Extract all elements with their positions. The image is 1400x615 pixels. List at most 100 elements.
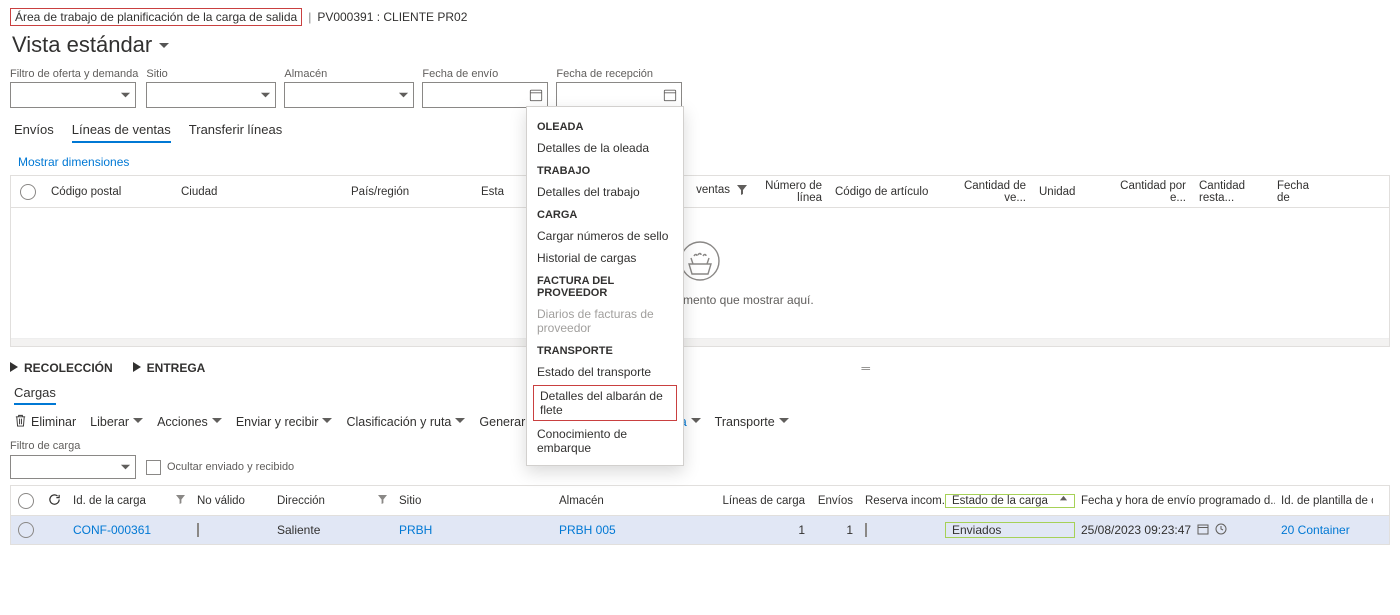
col-unidad[interactable]: Unidad	[1033, 186, 1113, 198]
menu-item-albaran-flete[interactable]: Detalles del albarán de flete	[533, 385, 677, 421]
transporte-button[interactable]: Transporte	[715, 415, 789, 429]
tab-envios[interactable]: Envíos	[14, 122, 54, 143]
chevron-down-icon	[322, 415, 332, 429]
menu-item-detalles-oleada[interactable]: Detalles de la oleada	[527, 137, 683, 159]
chevron-down-icon	[691, 415, 701, 429]
show-dimensions-link[interactable]: Mostrar dimensiones	[10, 147, 1390, 175]
cell-direccion: Saliente	[271, 523, 393, 537]
menu-item-historial-cargas[interactable]: Historial de cargas	[527, 247, 683, 269]
line-tabs: Envíos Líneas de ventas Transferir línea…	[10, 114, 1390, 147]
row-select-circle[interactable]	[18, 522, 34, 538]
col-plantilla[interactable]: Id. de plantilla de c	[1275, 495, 1373, 507]
load-filter-label: Filtro de carga	[10, 440, 1390, 452]
col-no-valido[interactable]: No válido	[191, 495, 271, 507]
breadcrumb-context: PV000391 : CLIENTE PR02	[317, 10, 467, 24]
cell-sitio[interactable]: PRBH	[393, 523, 553, 537]
acciones-button[interactable]: Acciones	[157, 415, 222, 429]
menu-section-factura: FACTURA DEL PROVEEDOR	[527, 269, 683, 303]
menu-section-oleada: OLEADA	[527, 115, 683, 137]
checkbox-icon[interactable]	[865, 523, 867, 537]
select-all-circle[interactable]	[20, 184, 36, 200]
col-envios[interactable]: Envíos	[811, 495, 859, 507]
tab-lineas-ventas[interactable]: Líneas de ventas	[72, 122, 171, 143]
menu-section-transporte: TRANSPORTE	[527, 339, 683, 361]
col-estado-carga[interactable]: Estado de la carga	[945, 494, 1075, 508]
menu-section-carga: CARGA	[527, 203, 683, 225]
col-fecha-envio-prog[interactable]: Fecha y hora de envío programado d...	[1075, 495, 1275, 507]
collapse-row: RECOLECCIÓN ENTREGA ═	[10, 347, 1390, 381]
filter-fecha-recepcion[interactable]	[556, 82, 682, 108]
chevron-down-icon	[158, 40, 170, 55]
cargas-tab[interactable]: Cargas	[10, 381, 1390, 402]
menu-item-estado-transporte[interactable]: Estado del transporte	[527, 361, 683, 383]
recoleccion-label[interactable]: RECOLECCIÓN	[24, 361, 113, 375]
empty-state: No hay ningún elemento que mostrar aquí.	[11, 208, 1389, 338]
triangle-right-icon[interactable]	[133, 361, 141, 375]
col-cantidad-e[interactable]: Cantidad por e...	[1113, 180, 1193, 204]
col-id-carga[interactable]: Id. de la carga	[67, 495, 191, 507]
enviar-recibir-button[interactable]: Enviar y recibir	[236, 415, 333, 429]
filter-label: Fecha de envío	[422, 68, 548, 80]
filter-row: Filtro de oferta y demanda Sitio Almacén…	[10, 66, 1390, 114]
col-numero-linea[interactable]: Número de línea	[755, 180, 829, 204]
splitter-handle[interactable]: ═	[861, 361, 870, 375]
col-almacen[interactable]: Almacén	[553, 495, 707, 507]
chevron-down-icon	[212, 415, 222, 429]
tab-transferir-lineas[interactable]: Transferir líneas	[189, 122, 282, 143]
refresh-icon[interactable]	[48, 493, 61, 509]
chevron-down-icon	[455, 415, 465, 429]
menu-item-conocimiento-embarque[interactable]: Conocimiento de embarque	[527, 423, 683, 459]
hide-sent-label: Ocultar enviado y recibido	[167, 461, 294, 473]
checkbox-icon[interactable]	[197, 523, 199, 537]
col-lineas-carga[interactable]: Líneas de carga	[707, 495, 811, 507]
cell-almacen[interactable]: PRBH 005	[553, 523, 707, 537]
entrega-label[interactable]: ENTREGA	[147, 361, 206, 375]
cell-fecha: 25/08/2023 09:23:47	[1075, 523, 1275, 538]
trash-icon	[14, 414, 27, 430]
col-codigo-articulo[interactable]: Código de artículo	[829, 186, 953, 198]
context-menu: OLEADA Detalles de la oleada TRABAJO Det…	[526, 106, 684, 466]
menu-item-diarios-facturas: Diarios de facturas de proveedor	[527, 303, 683, 339]
col-codigo-postal[interactable]: Código postal	[45, 186, 175, 198]
col-fecha-de[interactable]: Fecha de	[1271, 180, 1319, 204]
hide-sent-checkbox[interactable]: Ocultar enviado y recibido	[146, 460, 294, 475]
cell-plantilla[interactable]: 20 Container	[1275, 523, 1373, 537]
col-sitio[interactable]: Sitio	[393, 495, 553, 507]
select-all-circle[interactable]	[18, 493, 34, 509]
calendar-icon[interactable]	[1197, 523, 1209, 538]
load-filter-combo[interactable]	[10, 455, 136, 479]
col-cantidad-resta[interactable]: Cantidad resta...	[1193, 180, 1271, 204]
filter-icon	[176, 495, 185, 507]
filter-sitio[interactable]	[146, 82, 276, 108]
filter-icon	[736, 184, 748, 199]
col-cantidad-ve[interactable]: Cantidad de ve...	[953, 180, 1033, 204]
clasificacion-button[interactable]: Clasificación y ruta	[346, 415, 465, 429]
chevron-down-icon	[133, 415, 143, 429]
filter-fecha-envio[interactable]	[422, 82, 548, 108]
eliminar-button[interactable]: Eliminar	[14, 414, 76, 430]
table-row[interactable]: CONF-000361 Saliente PRBH PRBH 005 1 1 E…	[11, 516, 1389, 544]
chevron-down-icon	[779, 415, 789, 429]
col-ventas[interactable]: ventas	[675, 184, 755, 199]
col-direccion[interactable]: Dirección	[271, 495, 393, 507]
breadcrumb-separator: |	[308, 10, 311, 24]
col-pais-region[interactable]: País/región	[345, 186, 475, 198]
filter-oferta-demanda[interactable]	[10, 82, 136, 108]
horizontal-scrollbar[interactable]	[11, 338, 1389, 346]
checkbox-icon	[146, 460, 161, 475]
breadcrumb-highlighted[interactable]: Área de trabajo de planificación de la c…	[10, 8, 302, 26]
col-reserva[interactable]: Reserva incom...	[859, 495, 945, 507]
clock-icon[interactable]	[1215, 523, 1227, 538]
load-filter: Filtro de carga Ocultar enviado y recibi…	[10, 436, 1390, 485]
menu-item-detalles-trabajo[interactable]: Detalles del trabajo	[527, 181, 683, 203]
filter-label: Almacén	[284, 68, 414, 80]
liberar-button[interactable]: Liberar	[90, 415, 143, 429]
menu-item-numeros-sello[interactable]: Cargar números de sello	[527, 225, 683, 247]
view-title-text: Vista estándar	[12, 32, 152, 58]
view-title[interactable]: Vista estándar	[10, 28, 1390, 66]
triangle-right-icon[interactable]	[10, 361, 18, 375]
cell-id-carga[interactable]: CONF-000361	[67, 523, 191, 537]
col-ciudad[interactable]: Ciudad	[175, 186, 345, 198]
filter-label: Sitio	[146, 68, 276, 80]
filter-almacen[interactable]	[284, 82, 414, 108]
